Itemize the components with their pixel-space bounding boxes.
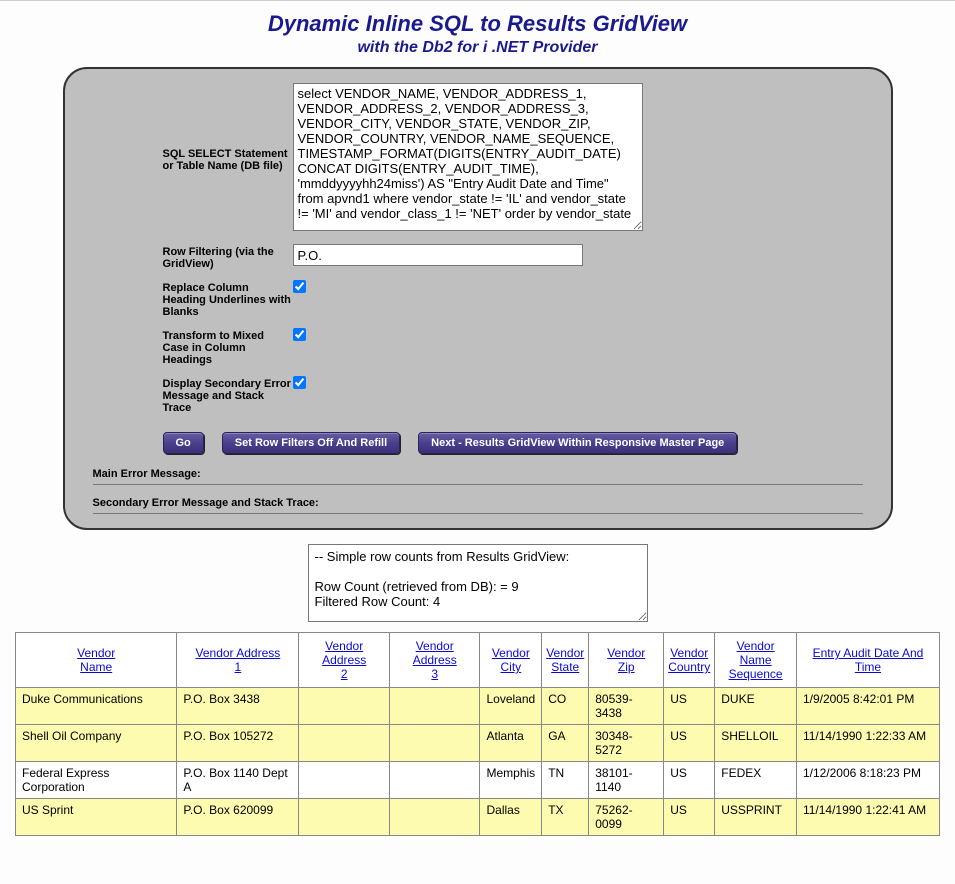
table-cell: US [664,799,715,836]
table-cell: GA [542,725,589,762]
table-cell: 38101-1140 [589,762,664,799]
table-row: Duke CommunicationsP.O. Box 3438 Loveland… [16,688,940,725]
table-cell: US [664,688,715,725]
table-cell: TX [542,799,589,836]
mixed-case-label: Transform to Mixed Case in Column Headin… [93,328,293,366]
table-cell: Atlanta [480,725,542,762]
table-cell: Duke Communications [16,688,177,725]
column-header[interactable]: VendorName [16,633,177,688]
table-cell: TN [542,762,589,799]
secondary-error-checkbox[interactable] [293,376,306,389]
table-cell: Loveland [480,688,542,725]
row-filter-input[interactable] [293,244,583,266]
page-header: Dynamic Inline SQL to Results GridView w… [0,11,955,57]
page-title: Dynamic Inline SQL to Results GridView [0,11,955,37]
mixed-case-checkbox[interactable] [293,328,306,341]
table-cell: 1/9/2005 8:42:01 PM [796,688,939,725]
table-cell [389,725,480,762]
table-cell [389,762,480,799]
table-cell [299,762,390,799]
divider [93,484,863,485]
secondary-error-msg-label: Secondary Error Message and Stack Trace: [93,489,863,511]
table-cell: US [664,725,715,762]
table-cell [389,688,480,725]
column-header[interactable]: VendorCity [480,633,542,688]
table-cell: Shell Oil Company [16,725,177,762]
column-header[interactable]: VendorCountry [664,633,715,688]
table-cell: US Sprint [16,799,177,836]
table-cell: USSPRINT [715,799,797,836]
table-cell: Dallas [480,799,542,836]
table-cell: 30348-5272 [589,725,664,762]
table-cell: 11/14/1990 1:22:41 AM [796,799,939,836]
table-cell: 1/12/2006 8:18:23 PM [796,762,939,799]
column-header[interactable]: Vendor Address3 [389,633,480,688]
table-cell: SHELLOIL [715,725,797,762]
main-error-label: Main Error Message: [93,460,863,482]
table-cell [389,799,480,836]
sql-label: SQL SELECT Statement or Table Name (DB f… [93,146,293,172]
replace-underlines-checkbox[interactable] [293,280,306,293]
table-cell: P.O. Box 3438 [177,688,299,725]
column-header[interactable]: VendorState [542,633,589,688]
table-cell: P.O. Box 620099 [177,799,299,836]
table-cell: US [664,762,715,799]
column-header[interactable]: Vendor Address1 [177,633,299,688]
table-cell: FEDEX [715,762,797,799]
set-row-filters-off-button[interactable]: Set Row Filters Off And Refill [222,432,400,454]
table-row: US SprintP.O. Box 620099 DallasTX75262-00… [16,799,940,836]
query-panel: SQL SELECT Statement or Table Name (DB f… [63,67,893,530]
column-header[interactable]: Entry Audit Date And Time [796,633,939,688]
table-cell: 11/14/1990 1:22:33 AM [796,725,939,762]
table-cell: DUKE [715,688,797,725]
replace-underlines-label: Replace Column Heading Underlines with B… [93,280,293,318]
divider [93,513,863,514]
column-header[interactable]: Vendor Address2 [299,633,390,688]
table-cell: CO [542,688,589,725]
next-button[interactable]: Next - Results GridView Within Responsiv… [418,432,737,454]
table-cell: Federal Express Corporation [16,762,177,799]
table-cell: 75262-0099 [589,799,664,836]
table-cell: P.O. Box 105272 [177,725,299,762]
table-cell: Memphis [480,762,542,799]
row-counts-output [308,544,648,622]
filter-label: Row Filtering (via the GridView) [93,244,293,270]
table-cell: 80539-3438 [589,688,664,725]
table-cell [299,799,390,836]
table-row: Federal Express CorporationP.O. Box 1140… [16,762,940,799]
results-grid: VendorNameVendor Address1Vendor Address2… [15,632,940,836]
table-cell: P.O. Box 1140 Dept A [177,762,299,799]
go-button[interactable]: Go [163,432,204,454]
table-cell [299,725,390,762]
column-header[interactable]: VendorZip [589,633,664,688]
table-cell [299,688,390,725]
page-subtitle: with the Db2 for i .NET Provider [0,39,955,57]
column-header[interactable]: Vendor NameSequence [715,633,797,688]
secondary-error-label: Display Secondary Error Message and Stac… [93,376,293,414]
table-row: Shell Oil CompanyP.O. Box 105272 AtlantaG… [16,725,940,762]
sql-input[interactable] [293,83,643,231]
